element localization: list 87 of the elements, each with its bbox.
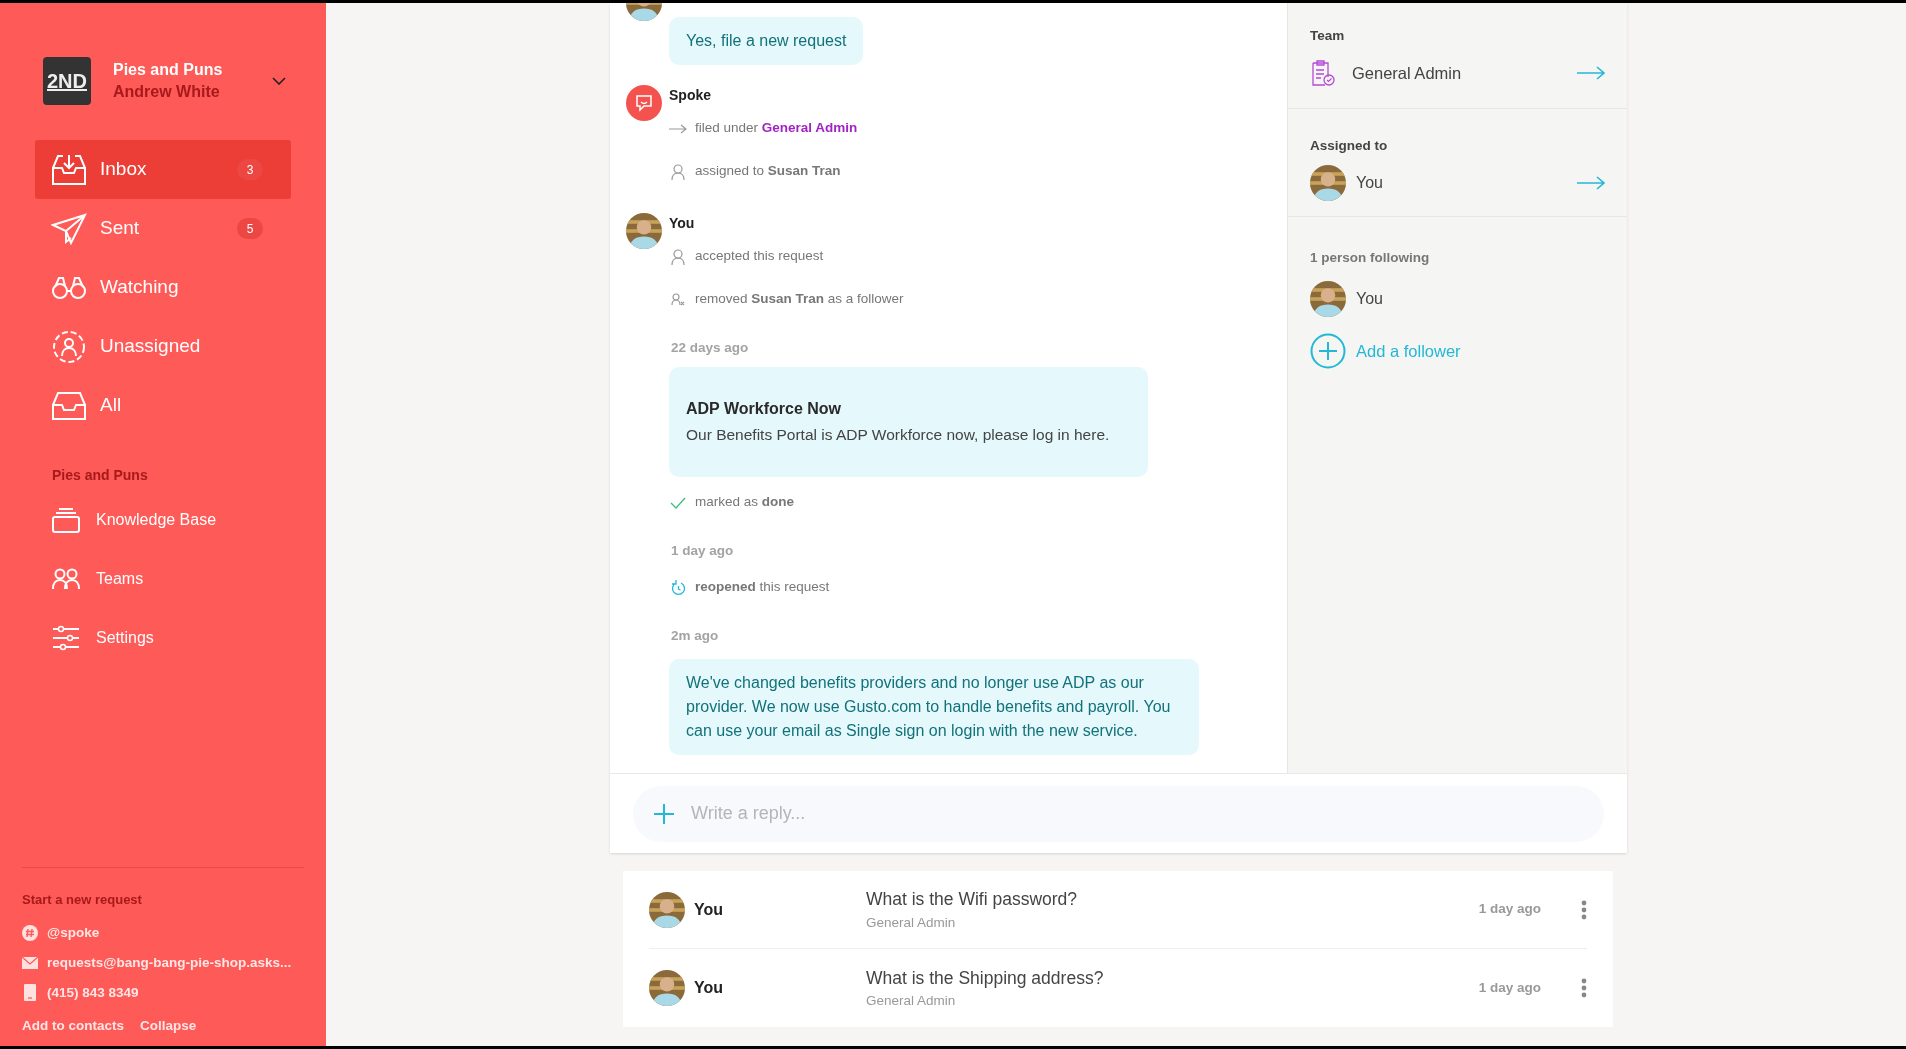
event-text: marked as done [695, 493, 795, 512]
card-text: Our Benefits Portal is ADP Workforce now, please log in here. [686, 425, 1110, 445]
message-bubble: Yes, file a new request [669, 17, 864, 65]
author-name: You [669, 214, 695, 233]
arrow-right-icon[interactable] [1577, 66, 1605, 80]
person-remove-icon [671, 293, 685, 306]
request-time: 1 day ago [1478, 978, 1541, 997]
section-label: 1 person following [1310, 250, 1430, 265]
sidebar-link[interactable]: Knowledge Base [96, 507, 217, 532]
person-icon [671, 163, 685, 180]
chevron-down-icon[interactable] [272, 77, 286, 85]
event-text: assigned to Susan Tran [695, 162, 841, 181]
stack-icon [52, 506, 80, 533]
sliders-icon [52, 624, 80, 651]
nav-item[interactable]: Inbox 3 [35, 140, 291, 199]
phone-icon [24, 984, 36, 1002]
sidebar-link[interactable]: Teams [96, 566, 144, 591]
org-logo: 2ND [43, 57, 91, 105]
reopen-icon [670, 579, 686, 596]
binoculars-icon [51, 274, 87, 301]
event-text: reopened this request [695, 578, 830, 597]
reply-field[interactable]: Write a reply... [633, 785, 1604, 842]
more-vertical-icon[interactable] [1581, 978, 1587, 998]
bot-avatar [626, 85, 662, 121]
paper-plane-icon [51, 212, 87, 245]
link-card[interactable]: ADP Workforce Now Our Benefits Portal is ADP Workforce now, please log in here. [669, 367, 1148, 477]
team-label: General Admin [866, 913, 956, 932]
avatar [1310, 281, 1346, 317]
inbox-icon [51, 153, 87, 186]
plus-circle-icon [1310, 333, 1346, 369]
nav-item[interactable]: Sent 5 [35, 199, 291, 258]
avatar [626, 213, 662, 249]
hash-icon [22, 924, 38, 941]
person-icon [671, 248, 685, 265]
avatar [1310, 165, 1346, 201]
person-dashed-circle-icon [52, 329, 86, 364]
follower-name: You [1356, 289, 1383, 309]
timestamp: 22 days ago [671, 340, 749, 355]
arrow-icon [669, 123, 687, 134]
phone-number: (415) 843 8349 [47, 983, 139, 1002]
request-time: 1 day ago [1478, 900, 1541, 919]
people-icon [52, 567, 80, 590]
org-name: Pies and Puns [113, 60, 224, 80]
avatar [649, 891, 685, 928]
request-row[interactable]: You What is the Shipping address? General Admin 1 day ago [649, 949, 1587, 1027]
nav-item[interactable]: All [35, 376, 291, 435]
avatar [649, 970, 685, 1006]
team-name: General Admin [1352, 62, 1463, 84]
author-name: Spoke [669, 86, 711, 105]
timestamp: 1 day ago [671, 543, 734, 558]
arrow-right-icon[interactable] [1577, 176, 1605, 190]
team-label: General Admin [866, 992, 956, 1010]
handle-text: @spoke [47, 923, 100, 942]
assignee-name: You [1356, 173, 1384, 193]
request-title: What is the Wifi password? [866, 888, 1078, 912]
envelope-icon [22, 956, 38, 969]
count-badge: 3 [237, 159, 263, 180]
event-text: accepted this request [695, 247, 824, 266]
clipboard-icon [1310, 59, 1336, 87]
nav-item[interactable]: Unassigned [35, 317, 291, 376]
count-badge: 5 [237, 218, 263, 239]
section-label: Assigned to [1310, 138, 1388, 153]
tray-icon [51, 390, 87, 421]
message-bubble: We've changed benefits providers and no longer use ADP as our provider. We now use Gusto.com to handle benefits and payroll. You can use your email as Single sign on login with the new service. [669, 659, 1199, 755]
plus-icon[interactable] [653, 802, 675, 825]
timestamp: 2m ago [671, 628, 719, 643]
more-vertical-icon[interactable] [1581, 899, 1587, 920]
request-title: What is the Shipping address? [866, 966, 1104, 990]
team-link[interactable]: General Admin [761, 120, 858, 136]
author-name: You [694, 899, 725, 920]
footer-link[interactable]: Collapse [140, 1015, 197, 1036]
sidebar-link[interactable]: Settings [96, 625, 154, 650]
author-name: You [694, 978, 725, 998]
footer-link[interactable]: Add to contacts [22, 1015, 124, 1036]
email-address: requests@bang-bang-pie-shop.asks... [47, 953, 292, 972]
check-icon [670, 496, 686, 509]
reply-input: Write a reply... [691, 800, 1584, 827]
event-text: filed under General Admin [695, 119, 858, 138]
add-follower-link[interactable]: Add a follower [1310, 333, 1461, 369]
nav-item[interactable]: Watching [35, 258, 291, 317]
user-name: Andrew White [113, 82, 221, 102]
section-title: Pies and Puns [52, 466, 149, 485]
card-title: ADP Workforce Now [686, 399, 841, 419]
footer-title: Start a new request [22, 891, 143, 910]
section-label: Team [1310, 28, 1345, 43]
event-text: removed Susan Tran as a follower [695, 290, 904, 309]
request-row[interactable]: You What is the Wifi password? General Admin 1 day ago [649, 871, 1587, 949]
